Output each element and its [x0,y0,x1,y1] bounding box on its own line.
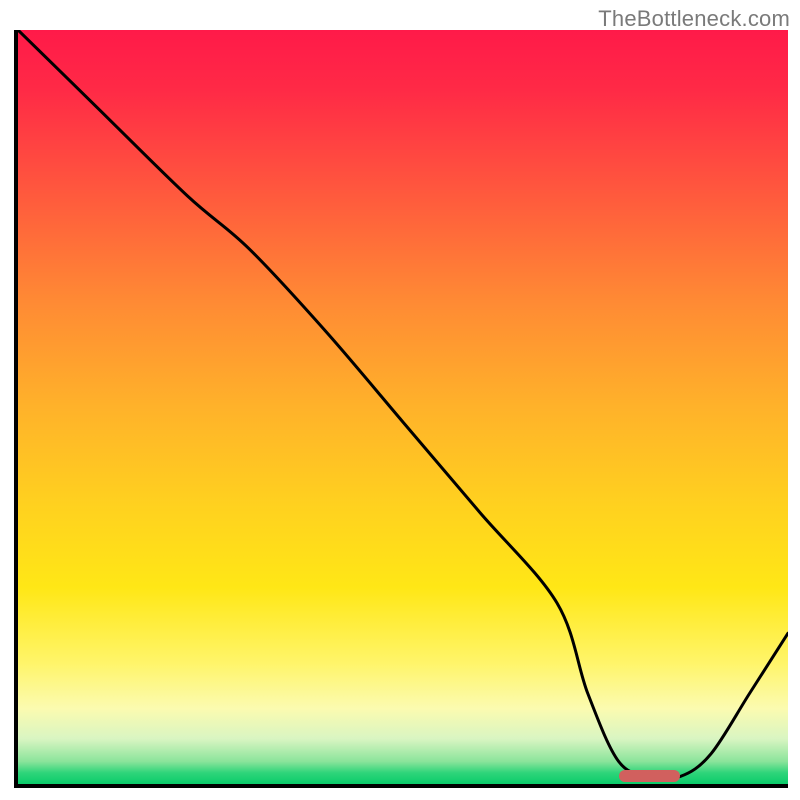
chart-root: TheBottleneck.com [0,0,800,800]
watermark-text: TheBottleneck.com [598,6,790,32]
curve-path [18,30,788,779]
plot-area [18,30,788,784]
bottleneck-curve [18,30,788,784]
optimal-range-marker [619,770,681,782]
